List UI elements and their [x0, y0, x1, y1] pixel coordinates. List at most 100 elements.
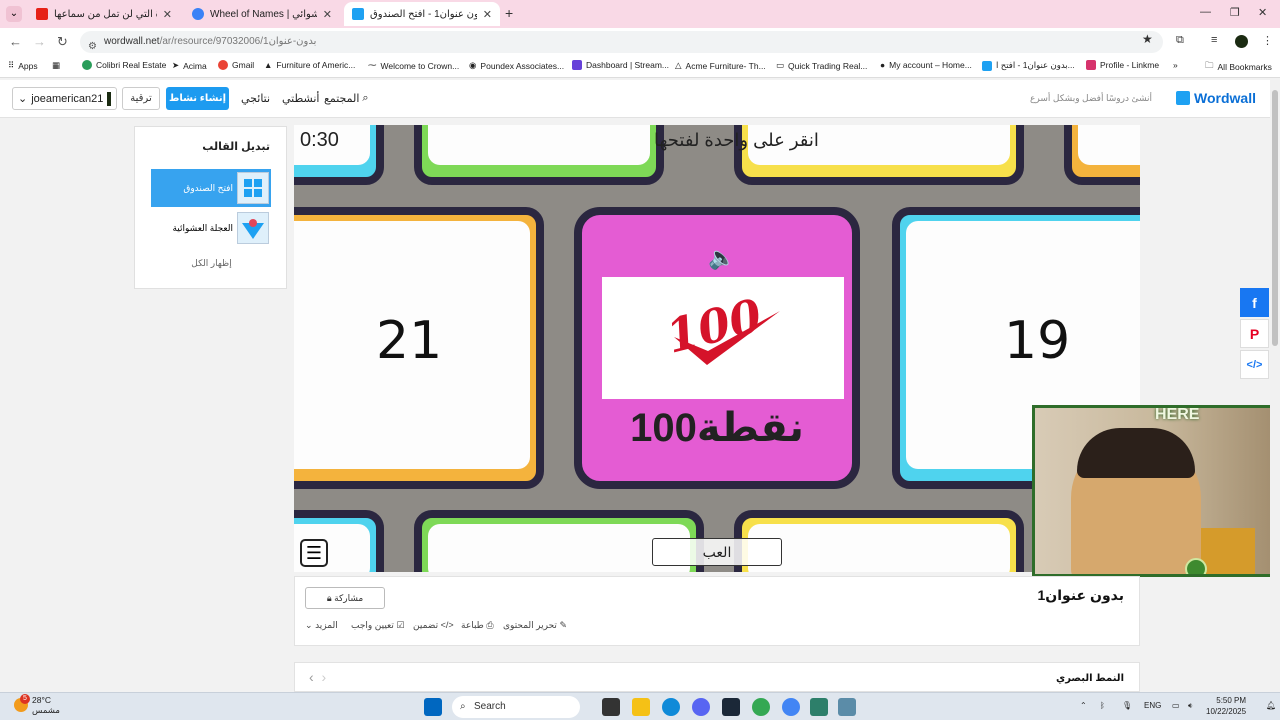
chevron-left-icon[interactable]: ‹ — [309, 669, 314, 685]
language-indicator[interactable]: ENG — [1144, 701, 1161, 710]
forward-icon[interactable]: → — [33, 34, 46, 49]
edge-icon[interactable] — [662, 698, 680, 716]
box-card-left[interactable]: 21 — [294, 207, 544, 489]
start-icon[interactable] — [424, 698, 442, 716]
scroll-thumb[interactable] — [1272, 90, 1278, 346]
facebook-share-icon[interactable]: f — [1240, 288, 1269, 317]
tab-youtube[interactable]: الانشودة التي لن تمل من سماعها ✕ — [28, 2, 180, 26]
weather-widget[interactable]: 5 28°C مشمس — [14, 694, 60, 715]
edit-content-action[interactable]: تحرير المحتوى ✎ — [503, 620, 567, 631]
app-icon[interactable] — [810, 698, 828, 716]
assign-action[interactable]: تعيين واجب ☑ — [351, 620, 404, 631]
media-icon[interactable]: ≡ — [1211, 34, 1217, 46]
bookmark-grid[interactable]: ▦ — [52, 60, 60, 71]
bookmark-furniture[interactable]: ▲ Furniture of Americ... — [264, 60, 355, 70]
speaker-icon[interactable]: 🔈 — [708, 245, 735, 271]
bookmark-crown[interactable]: ⁓ Welcome to Crown... — [368, 60, 459, 71]
nav-my-activities[interactable]: أنشطتي — [282, 92, 319, 105]
tab-title: الانشودة التي لن تمل من سماعها — [54, 8, 157, 20]
chrome-icon[interactable] — [752, 698, 770, 716]
site-info-icon[interactable]: ⚙ — [88, 36, 97, 58]
share-button[interactable]: 🔒︎ مشاركة — [305, 587, 385, 609]
url-bar[interactable]: ⚙ wordwall.net/ar/resource/97032006/بدون… — [80, 31, 1163, 53]
page-scrollbar[interactable] — [1270, 80, 1280, 692]
box-card[interactable] — [1064, 125, 1140, 185]
all-bookmarks[interactable]: 🗀 All Bookmarks — [1205, 60, 1272, 74]
play-button[interactable]: العب — [652, 538, 782, 566]
bookmark-quick-trading[interactable]: ▭ Quick Trading Real... — [776, 60, 867, 71]
bookmark-my-account[interactable]: ● My account – Home... — [880, 60, 972, 70]
menu-icon[interactable]: ⋮ — [1262, 34, 1273, 47]
taskbar-search[interactable]: ⌕ Search — [452, 696, 580, 718]
network-icon[interactable]: ▭ — [1172, 701, 1180, 710]
bookmark-apps[interactable]: ⠿ Apps — [8, 60, 38, 71]
tab-title: بدون عنوان1 - افتح الصندوق — [370, 8, 477, 20]
bookmark-dashboard[interactable]: Dashboard | Stream... — [572, 60, 669, 70]
upgrade-button[interactable]: ترقية — [122, 87, 160, 110]
volume-icon[interactable]: 🔉︎ — [1188, 701, 1193, 711]
chevron-up-icon[interactable]: ⌃ — [1080, 701, 1087, 710]
bookmark-wordwall[interactable]: بدون عنوان1 - افتح ا... — [982, 60, 1075, 71]
panel-title: تبديل القالب — [202, 141, 270, 153]
close-icon[interactable]: ✕ — [483, 8, 492, 21]
template-random-wheel[interactable]: العجلة العشوائية — [151, 209, 271, 247]
show-all-link[interactable]: إظهار الكل — [135, 258, 288, 269]
bookmark-acme[interactable]: △ Acme Furniture- Th... — [675, 60, 766, 71]
tab-wordwall[interactable]: بدون عنوان1 - افتح الصندوق ✕ — [344, 2, 500, 26]
app-icon-2[interactable] — [838, 698, 856, 716]
task-view-icon[interactable] — [602, 698, 620, 716]
check-icon — [674, 311, 780, 365]
theme-arrows[interactable]: ‹ › — [309, 669, 326, 685]
template-open-the-box[interactable]: افتح الصندوق — [151, 169, 271, 207]
address-row: ← → ↻ ⚙ wordwall.net/ar/resource/9703200… — [0, 28, 1280, 56]
file-explorer-icon[interactable] — [632, 698, 650, 716]
nav-community[interactable]: المجتمع ⌕ — [324, 92, 369, 105]
close-icon[interactable]: ✕ — [163, 8, 172, 21]
tab-search-icon[interactable]: ⌄ — [6, 6, 22, 22]
game-canvas[interactable]: 21 🔈 100 100نقطة 19 0:30 انقر على واحدة … — [294, 125, 1140, 572]
more-bookmarks-icon[interactable]: » — [1173, 60, 1178, 70]
bookmark-star-icon[interactable]: ★ — [1142, 32, 1153, 46]
mic-icon[interactable]: 🎙︎ — [1122, 701, 1132, 710]
close-icon[interactable]: ✕ — [323, 8, 332, 21]
clock[interactable]: 5:50 PM 10/22/2025 — [1206, 695, 1246, 717]
bookmark-poundex[interactable]: ◉ Poundex Associates... — [469, 60, 564, 71]
new-tab-button[interactable]: + — [505, 5, 513, 21]
apps-grid-icon: ⠿ — [8, 60, 15, 70]
bookmark-label: Colibri Real Estate — [96, 60, 167, 70]
profile-avatar[interactable] — [1235, 35, 1248, 48]
bookmark-linkme[interactable]: Profile - Linkme — [1086, 60, 1159, 70]
reload-icon[interactable]: ↻ — [57, 34, 68, 50]
bookmark-colibri[interactable]: Colibri Real Estate — [82, 60, 166, 70]
bookmark-gmail[interactable]: Gmail — [218, 60, 254, 70]
restore-icon[interactable]: ❐ — [1230, 6, 1240, 19]
print-action[interactable]: طباعة ⎙ — [461, 620, 494, 631]
tab-wheel-of-names[interactable]: Wheel of Names | عجلة الاسم العشوائي ✕ — [184, 2, 340, 26]
bookmark-label: Poundex Associates... — [480, 60, 565, 71]
bookmark-label: Dashboard | Stream... — [586, 60, 669, 70]
more-action[interactable]: ⌄ المزيد — [305, 620, 338, 631]
linkme-icon — [1086, 60, 1096, 70]
wordwall-logo[interactable]: Wordwall — [1176, 90, 1256, 106]
chevron-right-icon[interactable]: › — [321, 669, 326, 685]
embed-share-icon[interactable]: </> — [1240, 350, 1269, 379]
notification-icon[interactable]: 🔔︎ — [1266, 701, 1276, 710]
box-card[interactable] — [414, 125, 664, 185]
discord-icon[interactable] — [692, 698, 710, 716]
back-icon[interactable]: ← — [9, 34, 22, 49]
nav-results[interactable]: نتائجي — [241, 92, 270, 105]
hamburger-menu-icon[interactable]: ☰ — [300, 539, 328, 567]
chrome-profile-icon[interactable] — [782, 698, 800, 716]
create-activity-button[interactable]: إنشاء نشاط — [166, 87, 229, 110]
extensions-icon[interactable]: ⧉ — [1176, 34, 1184, 47]
embed-action[interactable]: تضمين </> — [413, 620, 454, 631]
bluetooth-icon[interactable]: ᛒ — [1100, 701, 1105, 710]
chevron-down-icon: ⌄ — [305, 620, 313, 630]
bookmark-acima[interactable]: ➤ Acima — [172, 60, 207, 71]
close-window-icon[interactable]: ✕ — [1258, 6, 1267, 19]
pinterest-share-icon[interactable]: P — [1240, 319, 1269, 348]
tab-title: Wheel of Names | عجلة الاسم العشوائي — [210, 8, 317, 20]
minimize-icon[interactable]: — — [1200, 6, 1211, 18]
steam-icon[interactable] — [722, 698, 740, 716]
user-menu[interactable]: ⌄ joeamerican21 — [12, 87, 117, 110]
